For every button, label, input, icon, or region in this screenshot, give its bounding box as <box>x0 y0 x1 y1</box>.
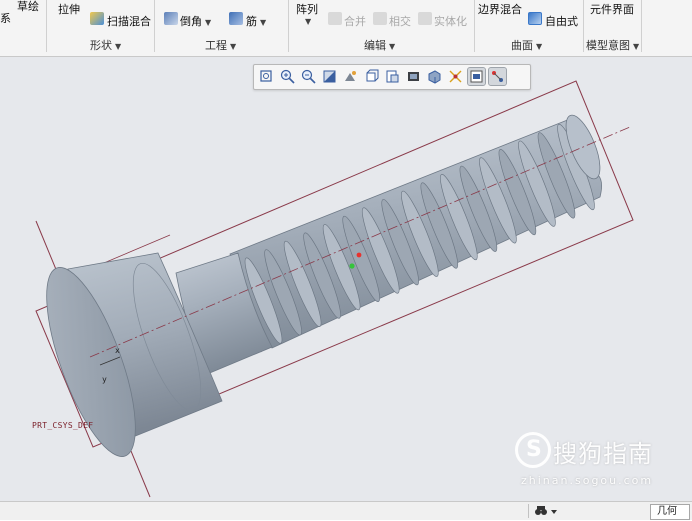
chevron-down-icon: ▼ <box>205 18 212 27</box>
freestyle-button[interactable]: 自由式 <box>545 13 578 29</box>
rib-icon <box>229 12 243 25</box>
model-intent-group-text: 模型意图 <box>586 39 630 52</box>
model-intent-group-label[interactable]: 模型意图 ▼ <box>586 37 639 53</box>
spin-center-icon[interactable] <box>467 67 486 86</box>
rib-label: 筋 <box>246 15 257 28</box>
engineering-group-label[interactable]: 工程 ▼ <box>205 37 236 53</box>
rib-button[interactable]: 筋 ▼ <box>246 13 266 29</box>
pattern-button[interactable]: 阵列 <box>296 1 318 17</box>
chamfer-button[interactable]: 倒角 ▼ <box>180 13 211 29</box>
chevron-down-icon[interactable]: ▼ <box>305 17 311 26</box>
watermark-logo: S <box>515 432 551 468</box>
geometry-filter-dropdown[interactable]: 几何 <box>650 504 690 520</box>
editing-group-text: 编辑 <box>364 39 386 52</box>
group-separator <box>288 0 289 52</box>
perspective-icon[interactable] <box>426 68 443 85</box>
watermark-logo-letter: S <box>526 437 542 462</box>
selection-filter-button[interactable] <box>528 504 569 518</box>
extrude-button[interactable]: 拉伸 <box>58 1 80 17</box>
editing-group-label[interactable]: 编辑 ▼ <box>364 37 395 53</box>
refit-icon[interactable] <box>258 68 275 85</box>
csys-y-label: y <box>102 375 107 384</box>
repaint-icon[interactable] <box>321 68 338 85</box>
sweep-blend-icon <box>90 12 104 25</box>
merge-icon <box>328 12 342 25</box>
chamfer-icon <box>164 12 178 25</box>
named-views-icon[interactable] <box>342 68 359 85</box>
solidify-icon <box>418 12 432 25</box>
graphics-toolbar <box>253 64 531 90</box>
annotation-display-icon[interactable] <box>488 67 507 86</box>
zoom-out-icon[interactable] <box>300 68 317 85</box>
ribbon: 系 草绘 拉伸 扫描混合 形状 ▼ 倒角 ▼ 筋 ▼ 工程 ▼ 阵列 ▼ 合并 相交 实… <box>0 0 692 57</box>
surfaces-group-label[interactable]: 曲面 ▼ <box>511 37 542 53</box>
zoom-in-icon[interactable] <box>279 68 296 85</box>
view-manager-icon[interactable] <box>384 68 401 85</box>
merge-button[interactable]: 合并 <box>344 13 366 29</box>
coordinate-system-button[interactable]: 系 <box>0 10 11 26</box>
center-marker-red <box>356 252 362 258</box>
center-marker-green <box>349 263 355 269</box>
display-style-icon[interactable] <box>405 68 422 85</box>
chevron-down-icon: ▼ <box>536 42 543 51</box>
csys-x-label: x <box>115 346 120 355</box>
freestyle-icon <box>528 12 542 25</box>
sketch-button[interactable]: 草绘 <box>17 0 39 14</box>
chevron-down-icon: ▼ <box>260 18 267 27</box>
binoculars-icon <box>535 506 557 515</box>
sweep-blend-button[interactable]: 扫描混合 <box>107 13 151 29</box>
csys-label: PRT_CSYS_DEF <box>32 421 94 430</box>
chevron-down-icon: ▼ <box>633 42 640 51</box>
intersect-icon <box>373 12 387 25</box>
group-separator <box>154 0 155 52</box>
watermark-title: 搜狗指南 <box>553 440 653 468</box>
chevron-down-icon: ▼ <box>115 42 122 51</box>
chamfer-label: 倒角 <box>180 15 202 28</box>
status-bar: 几何 <box>0 501 692 520</box>
saved-orientations-icon[interactable] <box>363 68 380 85</box>
chevron-down-icon: ▼ <box>389 42 396 51</box>
solidify-button[interactable]: 实体化 <box>434 13 467 29</box>
surfaces-group-text: 曲面 <box>511 39 533 52</box>
component-interface-button[interactable]: 元件界面 <box>590 1 634 17</box>
watermark-url: zhinan.sogou.com <box>521 474 654 487</box>
watermark: S 搜狗指南 zhinan.sogou.com <box>515 432 685 492</box>
chevron-down-icon: ▼ <box>230 42 237 51</box>
group-separator <box>46 0 47 52</box>
boundary-blend-button[interactable]: 边界混合 <box>478 1 522 17</box>
group-separator <box>474 0 475 52</box>
intersect-button[interactable]: 相交 <box>389 13 411 29</box>
datum-display-icon[interactable] <box>447 68 464 85</box>
shapes-group-label[interactable]: 形状 ▼ <box>90 37 121 53</box>
threaded-shaft[interactable] <box>220 111 607 354</box>
group-separator <box>641 0 642 52</box>
group-separator <box>583 0 584 52</box>
engineering-group-text: 工程 <box>205 39 227 52</box>
shapes-group-text: 形状 <box>90 39 112 52</box>
